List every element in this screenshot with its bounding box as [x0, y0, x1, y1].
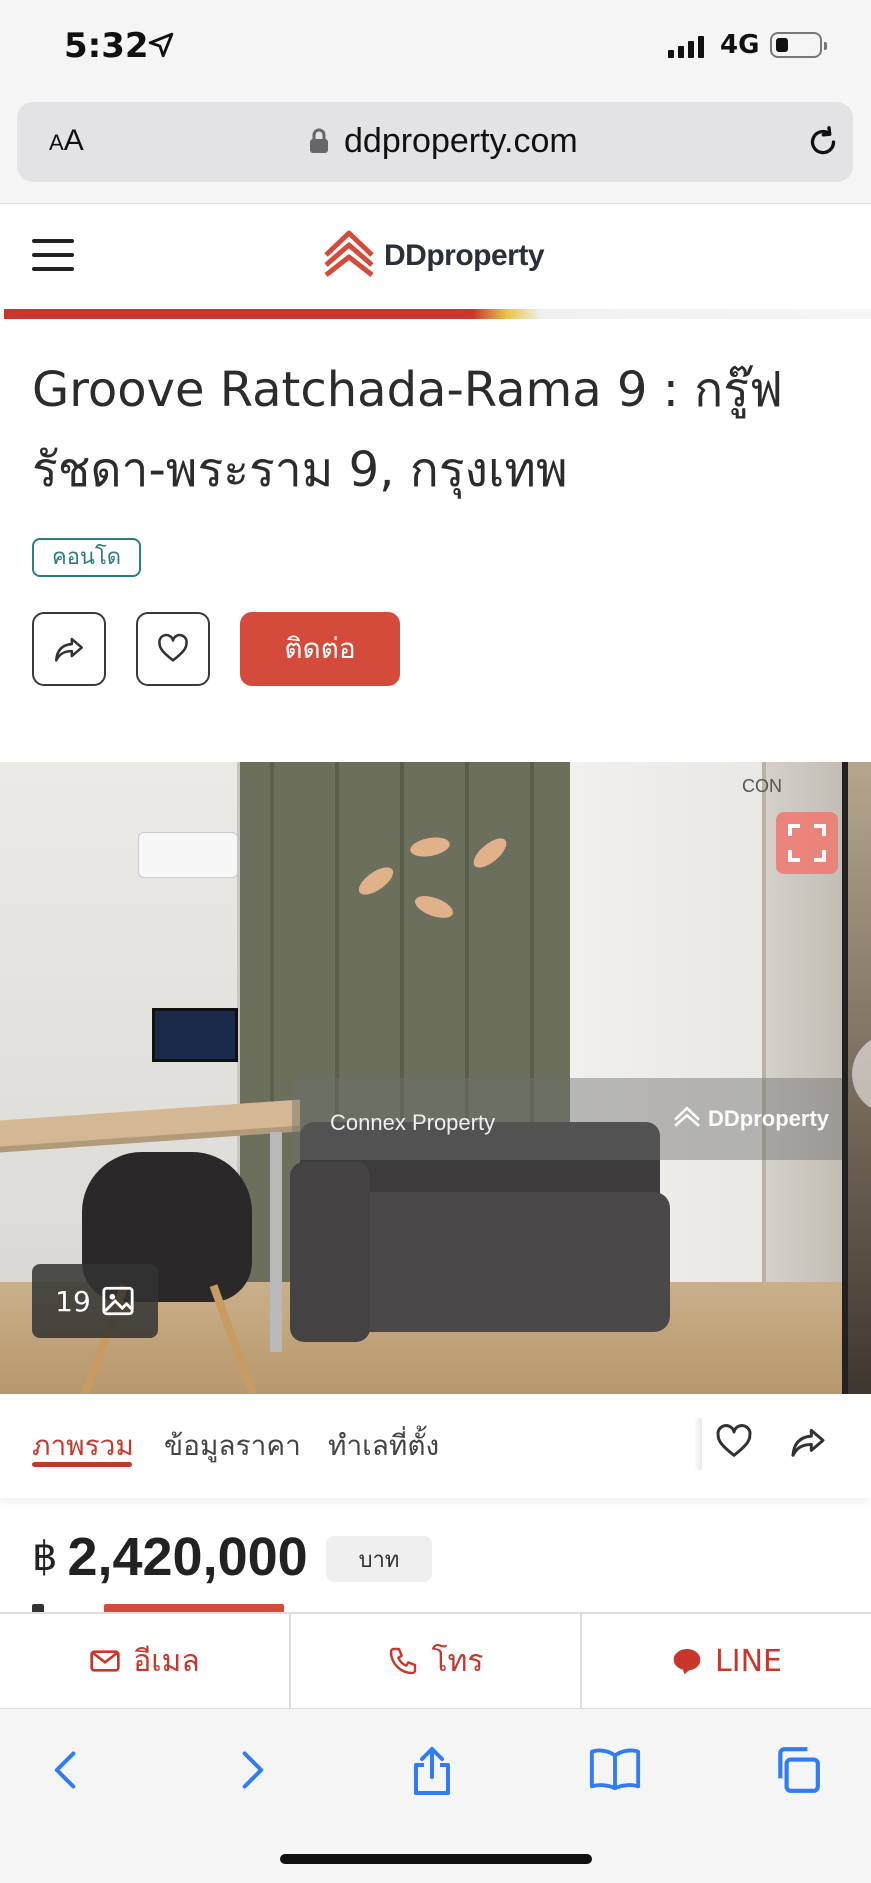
- price-currency: ฿: [32, 1534, 58, 1580]
- address-bar[interactable]: AA ddproperty.com: [17, 102, 853, 182]
- photo-desk-leg: [270, 1132, 282, 1352]
- phone-icon: [390, 1647, 417, 1675]
- bookmarks-icon[interactable]: [588, 1745, 642, 1793]
- contact-bar: อีเมล โทร LINE: [0, 1612, 871, 1708]
- active-tab-underline: [32, 1462, 132, 1467]
- share-icon: [54, 637, 84, 662]
- back-icon[interactable]: [44, 1745, 88, 1795]
- photo-air-conditioner: [138, 832, 238, 878]
- text-size-button[interactable]: AA: [49, 124, 84, 158]
- line-label: LINE: [715, 1643, 782, 1679]
- contact-button[interactable]: ติดต่อ: [240, 612, 400, 686]
- battery-icon: [770, 32, 827, 58]
- photo-tv: [152, 1008, 238, 1062]
- email-label: อีเมล: [133, 1643, 200, 1679]
- photo-count: 19: [55, 1284, 91, 1318]
- price-unit: บาท: [326, 1536, 432, 1582]
- status-time: 5:32: [64, 26, 149, 66]
- forward-icon[interactable]: [230, 1745, 274, 1795]
- ddproperty-watermark-icon: [674, 1106, 700, 1127]
- lock-icon: [310, 128, 328, 153]
- photo-sofa-arm: [290, 1162, 370, 1342]
- property-type-badge: คอนโด: [32, 538, 142, 577]
- watermark-brand-text: DDproperty: [708, 1106, 830, 1131]
- status-bar: 5:32 4G: [0, 0, 871, 100]
- email-button[interactable]: อีเมล: [0, 1614, 291, 1708]
- tab-scroll-fade: [694, 1418, 702, 1470]
- reload-icon[interactable]: [805, 124, 841, 160]
- gallery-icon: [102, 1286, 134, 1316]
- share-icon[interactable]: [788, 1422, 828, 1462]
- site-logo[interactable]: DDproperty: [320, 227, 545, 285]
- location-arrow-icon: [148, 32, 174, 58]
- photo-gallery[interactable]: Connex Property DDproperty CON 19: [0, 762, 871, 1394]
- listing-title: Groove Ratchada-Rama 9 : กรู๊ฟ รัชดา-พระ…: [32, 362, 783, 498]
- price-amount: 2,420,000: [67, 1527, 308, 1587]
- favorite-button[interactable]: [136, 612, 210, 686]
- heart-icon: [158, 633, 188, 662]
- price-block: ฿ 2,420,000: [32, 1526, 308, 1588]
- tabs-icon[interactable]: [772, 1745, 822, 1795]
- url-text[interactable]: ddproperty.com: [344, 122, 578, 161]
- line-icon: [673, 1649, 701, 1675]
- heart-icon[interactable]: [714, 1422, 754, 1462]
- photo-count-button[interactable]: 19: [32, 1264, 158, 1338]
- site-header: DDproperty: [0, 205, 871, 309]
- ddproperty-logo-icon: [324, 230, 374, 277]
- header-accent-line: [4, 309, 871, 319]
- tab-location[interactable]: ทำเลที่ตั้ง: [328, 1424, 439, 1468]
- phone-label: โทร: [431, 1643, 484, 1679]
- home-indicator: [280, 1854, 592, 1864]
- share-button[interactable]: [32, 612, 106, 686]
- network-label: 4G: [720, 30, 760, 60]
- email-icon: [90, 1650, 120, 1672]
- share-sheet-icon[interactable]: [408, 1745, 456, 1797]
- listing-photo[interactable]: Connex Property DDproperty CON 19: [0, 762, 842, 1394]
- fullscreen-button[interactable]: [776, 812, 838, 874]
- brand-name: DDproperty: [384, 239, 545, 272]
- watermark-agent: Connex Property: [330, 1110, 496, 1135]
- hamburger-icon[interactable]: [32, 239, 74, 275]
- signal-icon: [668, 34, 704, 58]
- watermark-brand: DDproperty: [672, 1104, 829, 1134]
- agent-logo: CON: [742, 776, 782, 796]
- tab-price-info[interactable]: ข้อมูลราคา: [164, 1424, 301, 1468]
- expand-icon: [788, 824, 826, 862]
- line-button[interactable]: LINE: [582, 1614, 871, 1708]
- browser-address-area: AA ddproperty.com: [0, 100, 871, 204]
- phone-button[interactable]: โทร: [291, 1614, 582, 1708]
